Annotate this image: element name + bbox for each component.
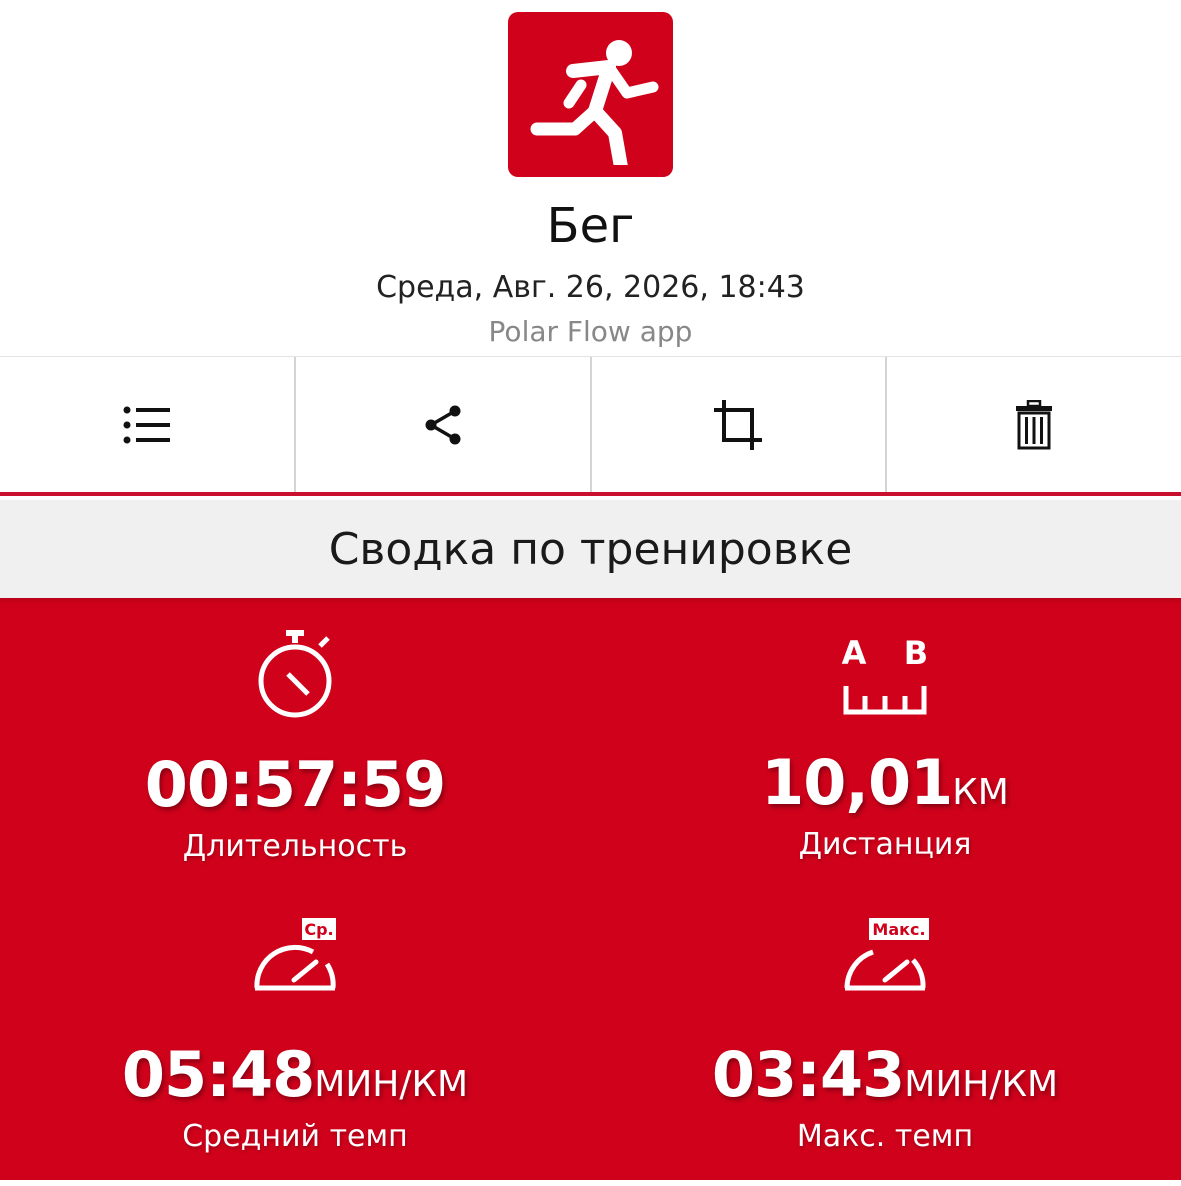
crop-icon [714, 399, 763, 450]
list-button[interactable] [0, 357, 296, 492]
sport-title: Бег [546, 198, 635, 254]
distance-ab-icon: A B [842, 634, 928, 715]
workout-header: Бег Среда, Авг. 26, 2026, 18:43 Polar Fl… [0, 0, 1181, 356]
distance-icon-label-b: B [904, 634, 928, 672]
distance-value: 10,01КМ [761, 746, 1009, 819]
duration-value: 00:57:59 [144, 748, 446, 821]
action-toolbar [0, 356, 1181, 496]
max-pace-value: 03:43МИН/КМ [711, 1038, 1059, 1111]
distance-label: Дистанция [798, 827, 972, 862]
crop-button[interactable] [592, 357, 888, 492]
max-pace-unit: МИН/КМ [904, 1064, 1059, 1105]
duration-stat: 00:57:59 Длительность [0, 628, 590, 864]
session-source: Polar Flow app [488, 315, 693, 348]
training-summary-panel: 00:57:59 Длительность A B 10,01КМ Дистан… [0, 598, 1181, 1180]
running-person-icon [508, 12, 673, 177]
distance-unit: КМ [952, 772, 1009, 813]
avg-pace-label: Средний темп [182, 1119, 408, 1154]
list-icon [123, 406, 170, 443]
speedometer-avg-icon: Ср. [254, 918, 336, 991]
avg-pace-badge: Ср. [304, 920, 333, 939]
summary-section-title: Сводка по тренировке [0, 500, 1181, 598]
max-pace-label: Макс. темп [796, 1119, 974, 1154]
avg-pace-unit: МИН/КМ [314, 1064, 469, 1105]
stopwatch-icon [258, 630, 332, 718]
share-icon [425, 405, 461, 444]
distance-icon-label-a: A [842, 634, 867, 672]
avg-pace-value: 05:48МИН/КМ [121, 1038, 469, 1111]
max-pace-stat: Макс. 03:43МИН/КМ Макс. темп [590, 916, 1180, 1154]
avg-pace-stat: Ср. 05:48МИН/КМ Средний темп [0, 916, 590, 1154]
share-button[interactable] [296, 357, 592, 492]
distance-stat: A B 10,01КМ Дистанция [590, 634, 1180, 862]
max-pace-badge: Макс. [872, 920, 925, 939]
bottom-divider [0, 1180, 1181, 1186]
delete-button[interactable] [887, 357, 1181, 492]
speedometer-max-icon: Макс. [844, 918, 929, 991]
session-date: Среда, Авг. 26, 2026, 18:43 [376, 270, 805, 305]
trash-icon [1016, 399, 1053, 449]
duration-label: Длительность [182, 829, 408, 864]
